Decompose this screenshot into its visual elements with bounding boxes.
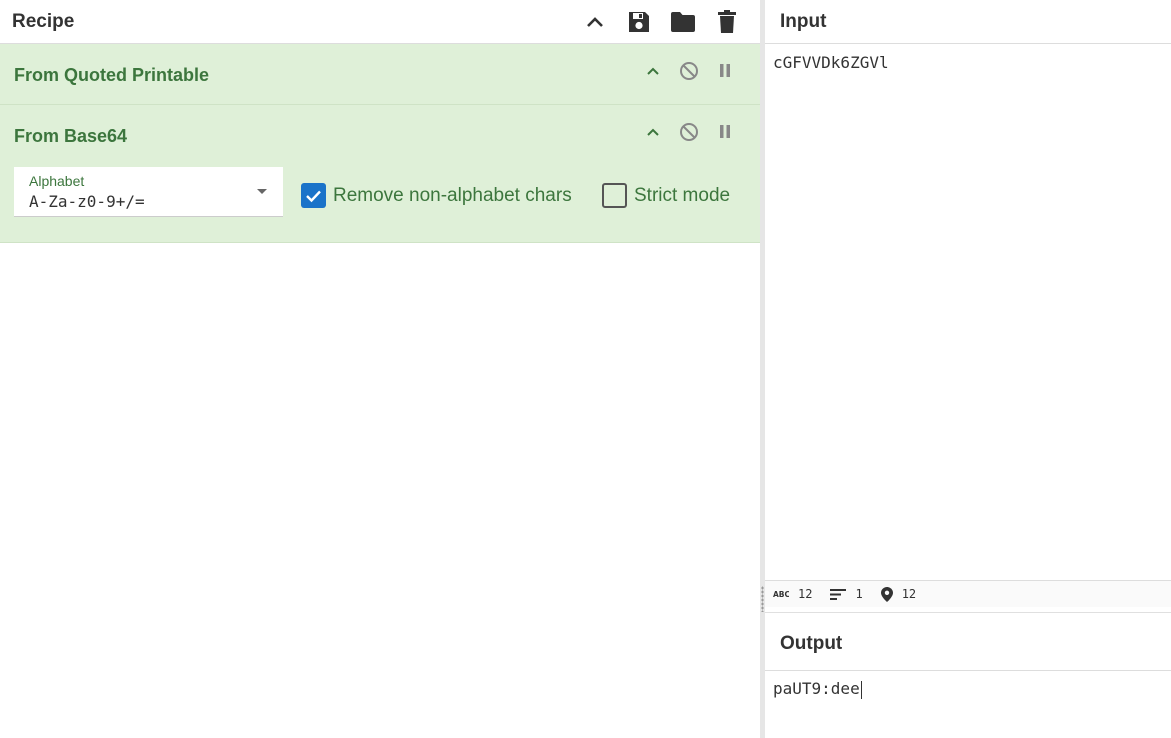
- alphabet-value: A-Za-z0-9+/=: [29, 192, 145, 211]
- lines-icon: [830, 588, 847, 600]
- operation-controls: [642, 121, 736, 143]
- collapse-icon[interactable]: [642, 60, 664, 82]
- save-icon[interactable]: [626, 9, 652, 35]
- remove-nonalphabet-label: Remove non-alphabet chars: [333, 184, 572, 206]
- disable-icon[interactable]: [678, 121, 700, 143]
- disable-icon[interactable]: [678, 60, 700, 82]
- input-value: cGFVVDk6ZGVl: [773, 53, 889, 72]
- abc-icon: ABC: [773, 590, 789, 598]
- folder-icon[interactable]: [670, 9, 696, 35]
- checkbox-unchecked-icon[interactable]: [602, 183, 627, 208]
- operation-title: From Base64: [14, 126, 128, 146]
- operation-from-base64[interactable]: From Base64 Alphabet A-Za-z0-9+/= Remove…: [0, 105, 760, 243]
- input-header: Input: [765, 0, 1171, 44]
- location-pin-icon: [880, 586, 893, 602]
- pause-icon[interactable]: [714, 60, 736, 82]
- lines-value: 1: [855, 587, 863, 601]
- lines-stat: 1: [830, 587, 863, 601]
- recipe-header: Recipe: [0, 0, 760, 44]
- text-cursor: [860, 680, 862, 699]
- length-value: 12: [798, 587, 813, 601]
- remove-nonalphabet-checkbox[interactable]: Remove non-alphabet chars: [301, 183, 572, 208]
- trash-icon[interactable]: [714, 9, 740, 35]
- input-textarea[interactable]: cGFVVDk6ZGVl: [765, 44, 1171, 580]
- length-stat: ABC 12: [773, 587, 812, 601]
- alphabet-label: Alphabet: [29, 173, 85, 189]
- recipe-title: Recipe: [12, 10, 75, 32]
- recipe-toolbar: [582, 9, 748, 35]
- strict-mode-label: Strict mode: [634, 184, 731, 206]
- output-value: paUT9:dee: [773, 679, 860, 698]
- alphabet-select[interactable]: Alphabet A-Za-z0-9+/=: [14, 167, 283, 217]
- resize-grip-icon[interactable]: [761, 586, 764, 612]
- position-value: 12: [901, 587, 917, 601]
- operation-from-quoted-printable[interactable]: From Quoted Printable: [0, 44, 760, 105]
- position-stat: 12: [880, 586, 917, 602]
- recipe-pane: Recipe From Quoted Printable From Base64…: [0, 0, 760, 738]
- input-title: Input: [780, 10, 827, 32]
- operation-controls: [642, 60, 736, 82]
- strict-mode-checkbox[interactable]: Strict mode: [602, 183, 730, 208]
- collapse-icon[interactable]: [642, 121, 664, 143]
- pause-icon[interactable]: [714, 121, 736, 143]
- input-status-bar: ABC 12 1 12: [765, 580, 1171, 607]
- caret-down-icon: [257, 189, 267, 194]
- operation-title: From Quoted Printable: [14, 65, 210, 85]
- svg-text:ABC: ABC: [773, 590, 789, 598]
- output-textarea[interactable]: paUT9:dee: [765, 671, 1171, 707]
- output-header: Output: [765, 613, 1171, 671]
- output-title: Output: [780, 632, 843, 654]
- output-section: Output paUT9:dee: [765, 612, 1171, 738]
- chevron-up-icon[interactable]: [582, 9, 608, 35]
- io-pane: Input cGFVVDk6ZGVl ABC 12 1 12 Output pa…: [765, 0, 1171, 738]
- checkbox-checked-icon[interactable]: [301, 183, 326, 208]
